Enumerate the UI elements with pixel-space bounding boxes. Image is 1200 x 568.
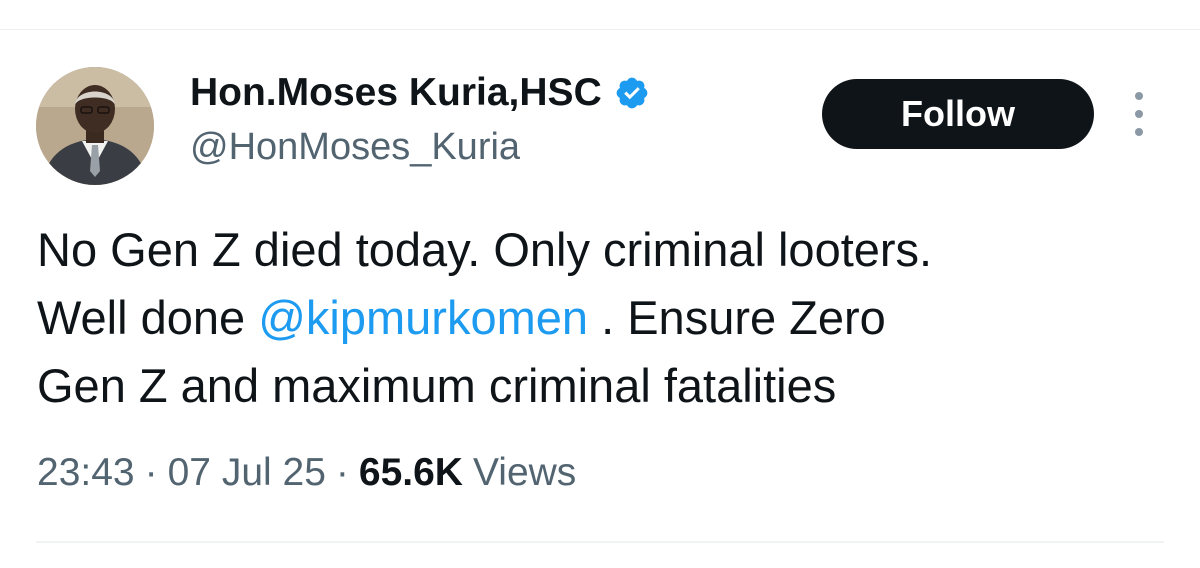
verified-badge-icon [614,75,650,111]
tweet-text-segment: . Ensure Zero [588,291,886,344]
follow-button[interactable]: Follow [822,79,1094,149]
avatar[interactable] [36,67,154,185]
tweet-time[interactable]: 23:43 [37,451,135,495]
meta-separator: · [144,451,158,494]
author-display-name[interactable]: Hon.Moses Kuria,HSC [190,71,602,115]
tweet-line-2: Well done @kipmurkomen . Ensure Zero [37,284,1167,352]
more-dot [1135,92,1143,100]
author-handle[interactable]: @HonMoses_Kuria [190,126,520,169]
more-dot [1135,128,1143,136]
tweet-date[interactable]: 07 Jul 25 [168,451,326,495]
tweet-card: Hon.Moses Kuria,HSC @HonMoses_Kuria Foll… [0,0,1200,568]
mention-link[interactable]: @kipmurkomen [258,291,588,344]
more-dot [1135,110,1143,118]
top-divider [0,29,1200,30]
avatar-photo [36,67,154,185]
author-name-row: Hon.Moses Kuria,HSC [190,70,650,116]
tweet-line-3: Gen Z and maximum criminal fatalities [37,359,837,412]
views-label: Views [472,451,577,494]
more-options-icon[interactable] [1128,92,1150,136]
tweet-line-1: No Gen Z died today. Only criminal loote… [37,223,933,276]
views-count: 65.6K [358,451,463,494]
tweet-text-segment: Well done [37,291,259,344]
tweet-meta: 23:43 · 07 Jul 25 · 65.6K Views [37,451,576,495]
meta-separator: · [335,451,349,494]
tweet-text: No Gen Z died today. Only criminal loote… [37,216,1167,420]
bottom-divider [36,541,1164,543]
